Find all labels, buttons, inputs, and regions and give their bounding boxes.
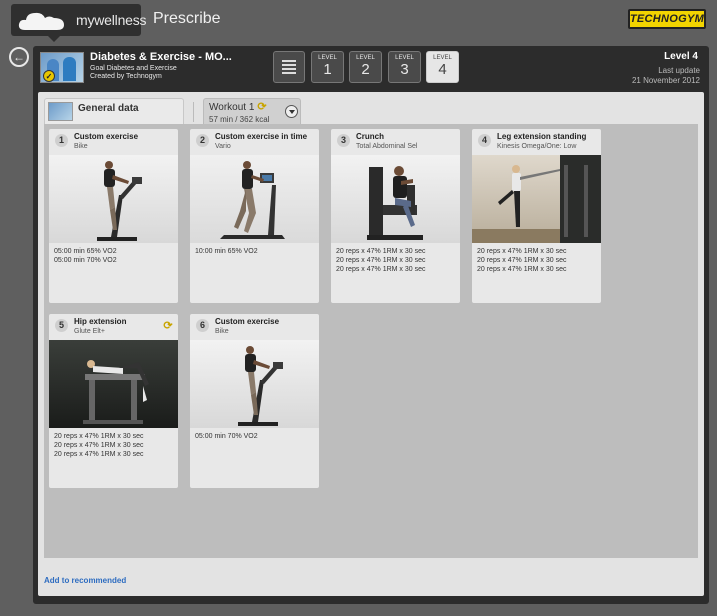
sync-icon[interactable]: ⟳ (162, 320, 174, 332)
exercise-grid: 1 Custom exercise Bike 05:00 min 65% VO2… (44, 124, 698, 558)
check-badge-icon: ✓ (43, 70, 55, 82)
exercise-image (49, 155, 178, 243)
tab-divider (193, 102, 194, 122)
workout-content: General data Workout 1 ⟳ 57 min / 362 kc… (38, 92, 704, 596)
exercise-card[interactable]: 1 Custom exercise Bike 05:00 min 65% VO2… (49, 129, 178, 303)
exercise-image (49, 340, 178, 428)
plan-title: Diabetes & Exercise - MO... (90, 51, 232, 63)
plan-goal: Goal Diabetes and Exercise (90, 65, 177, 72)
plan-creator: Created by Technogym (90, 73, 162, 80)
level-4-button[interactable]: LEVEL 4 (426, 51, 459, 83)
cloud-icon (18, 12, 64, 30)
app-title: Prescribe (153, 10, 221, 27)
current-level: Level 4 (664, 51, 698, 62)
exercise-card[interactable]: 6 Custom exercise Bike 05:00 min 70% VO2 (190, 314, 319, 488)
level-1-button[interactable]: LEVEL 1 (311, 51, 344, 83)
logo-text: mywellness (76, 12, 147, 28)
add-to-recommended-link[interactable]: Add to recommended (44, 576, 126, 585)
exercise-card[interactable]: 3 Crunch Total Abdominal Sel 20 reps x 4… (331, 129, 460, 303)
levels-list-button[interactable] (273, 51, 305, 83)
exercise-image (190, 340, 319, 428)
last-update-label: Last update (658, 66, 700, 75)
plan-panel: ✓ Diabetes & Exercise - MO... Goal Diabe… (33, 46, 709, 604)
exercise-image (472, 155, 601, 243)
exercise-image (331, 155, 460, 243)
exercise-card[interactable]: 4 Leg extension standing Kinesis Omega/O… (472, 129, 601, 303)
exercise-card[interactable]: 2 Custom exercise in time Vario 10:00 mi… (190, 129, 319, 303)
level-3-button[interactable]: LEVEL 3 (388, 51, 421, 83)
app-logo[interactable]: mywellness (11, 4, 147, 42)
last-update-date: 21 November 2012 (631, 76, 700, 85)
sync-icon: ⟳ (257, 101, 267, 113)
back-arrow-icon[interactable]: ← (9, 47, 29, 67)
list-icon (282, 60, 296, 62)
level-2-button[interactable]: LEVEL 2 (349, 51, 382, 83)
tab-workout-1[interactable]: Workout 1 ⟳ 57 min / 362 kcal (203, 98, 301, 126)
tab-general-data[interactable]: General data (44, 98, 184, 124)
chevron-down-icon[interactable] (285, 105, 298, 118)
exercise-card[interactable]: 5 Hip extension Glute Elt+ ⟳ 20 reps x 4… (49, 314, 178, 488)
brand-logo: TECHNOGYM (628, 9, 706, 29)
general-thumbnail (48, 102, 73, 121)
exercise-image (190, 155, 319, 243)
